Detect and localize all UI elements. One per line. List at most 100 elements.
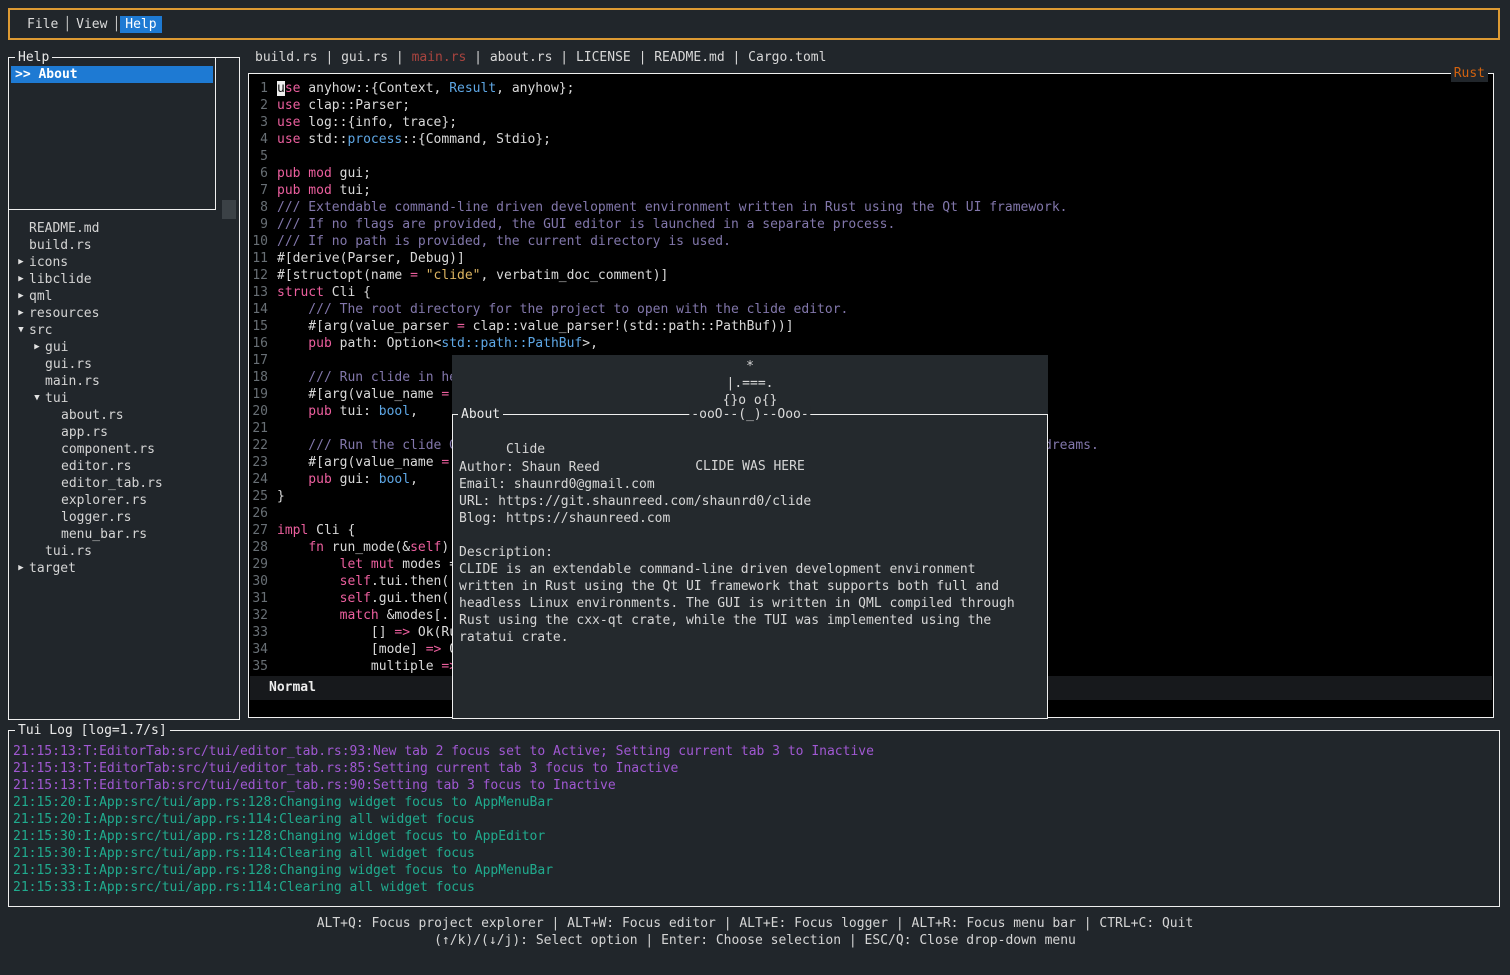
tree-item-build-rs[interactable]: build.rs — [9, 237, 237, 254]
line-number: 32 — [252, 607, 268, 624]
code-line: 9/// If no flags are provided, the GUI e… — [252, 216, 1099, 233]
line-number: 24 — [252, 471, 268, 488]
tree-item-label: build.rs — [29, 237, 92, 254]
about-dialog: * |.===. {}o o{} About -ooO--(_)--Ooo- C… — [452, 355, 1048, 719]
tree-item-label: tui.rs — [45, 543, 92, 560]
tree-item-readme-md[interactable]: README.md — [9, 220, 237, 237]
tab-separator: | — [631, 50, 654, 65]
line-number: 29 — [252, 556, 268, 573]
tab-license[interactable]: LICENSE — [576, 50, 631, 65]
editor-tab-bar: build.rs | gui.rs | main.rs | about.rs |… — [255, 49, 826, 66]
line-number: 34 — [252, 641, 268, 658]
tree-item-libclide[interactable]: ▶libclide — [9, 271, 237, 288]
dropdown-item-about[interactable]: >> About — [11, 66, 213, 83]
explorer-scrollbar-thumb[interactable] — [222, 200, 236, 219]
chevron-expanded-icon: ▼ — [29, 390, 45, 407]
menu-item-file[interactable]: File — [22, 16, 63, 33]
tree-item-label: explorer.rs — [61, 492, 147, 509]
tree-item-label: app.rs — [61, 424, 108, 441]
log-line: 21:15:13:T:EditorTab:src/tui/editor_tab.… — [13, 743, 874, 760]
log-line: 21:15:30:I:App:src/tui/app.rs:114:Cleari… — [13, 845, 874, 862]
line-number: 13 — [252, 284, 268, 301]
line-number: 23 — [252, 454, 268, 471]
line-number: 4 — [252, 131, 268, 148]
editor-mode-label: Normal — [269, 680, 316, 695]
chevron-collapsed-icon: ▶ — [13, 560, 29, 577]
tree-item-label: resources — [29, 305, 99, 322]
tree-item-gui[interactable]: ▶gui — [9, 339, 237, 356]
tree-item-icons[interactable]: ▶icons — [9, 254, 237, 271]
tree-item-resources[interactable]: ▶resources — [9, 305, 237, 322]
menu-item-help[interactable]: Help — [120, 16, 161, 33]
tree-item-component-rs[interactable]: component.rs — [9, 441, 237, 458]
tree-item-tui[interactable]: ▼tui — [9, 390, 237, 407]
no-icon — [45, 424, 61, 441]
chevron-collapsed-icon: ▶ — [29, 339, 45, 356]
tree-item-label: target — [29, 560, 76, 577]
line-number: 3 — [252, 114, 268, 131]
tree-item-app-rs[interactable]: app.rs — [9, 424, 237, 441]
line-number: 26 — [252, 505, 268, 522]
no-icon — [45, 526, 61, 543]
tree-item-label: gui.rs — [45, 356, 92, 373]
no-icon — [45, 475, 61, 492]
line-number: 11 — [252, 250, 268, 267]
tui-log-title: Tui Log [log=1.7/s] — [15, 722, 170, 739]
tree-item-label: logger.rs — [61, 509, 131, 526]
line-number: 12 — [252, 267, 268, 284]
tree-item-menu-bar-rs[interactable]: menu_bar.rs — [9, 526, 237, 543]
menu-separator: │ — [63, 17, 71, 32]
tab-main-rs[interactable]: main.rs — [412, 50, 467, 65]
file-tree: README.mdbuild.rs▶icons▶libclide▶qml▶res… — [9, 220, 237, 577]
menu-bar: File│View│Help — [8, 8, 1500, 40]
tree-item-label: menu_bar.rs — [61, 526, 147, 543]
tab-readme-md[interactable]: README.md — [654, 50, 724, 65]
no-icon — [29, 373, 45, 390]
tree-item-gui-rs[interactable]: gui.rs — [9, 356, 237, 373]
tree-item-main-rs[interactable]: main.rs — [9, 373, 237, 390]
tab-about-rs[interactable]: about.rs — [490, 50, 553, 65]
tree-item-logger-rs[interactable]: logger.rs — [9, 509, 237, 526]
log-line: 21:15:30:I:App:src/tui/app.rs:128:Changi… — [13, 828, 874, 845]
about-header-row: Clide CLIDE WAS HERE — [459, 424, 1041, 441]
chevron-collapsed-icon: ▶ — [13, 288, 29, 305]
tree-item-label: main.rs — [45, 373, 100, 390]
tree-item-label: component.rs — [61, 441, 155, 458]
line-number: 18 — [252, 369, 268, 386]
tree-item-label: src — [29, 322, 52, 339]
tree-item-about-rs[interactable]: about.rs — [9, 407, 237, 424]
no-icon — [45, 407, 61, 424]
ascii-art-border: -ooO--(_)--Ooo- — [689, 406, 810, 423]
line-number: 16 — [252, 335, 268, 352]
code-line: 6pub mod gui; — [252, 165, 1099, 182]
chevron-collapsed-icon: ▶ — [13, 271, 29, 288]
tab-cargo-toml[interactable]: Cargo.toml — [748, 50, 826, 65]
menu-item-view[interactable]: View — [71, 16, 112, 33]
tree-item-editor-tab-rs[interactable]: editor_tab.rs — [9, 475, 237, 492]
no-icon — [45, 509, 61, 526]
line-number: 9 — [252, 216, 268, 233]
line-number: 25 — [252, 488, 268, 505]
chevron-expanded-icon: ▼ — [13, 322, 29, 339]
tree-item-label: editor_tab.rs — [61, 475, 163, 492]
chevron-collapsed-icon: ▶ — [13, 254, 29, 271]
tree-item-editor-rs[interactable]: editor.rs — [9, 458, 237, 475]
tree-item-label: tui — [45, 390, 68, 407]
no-icon — [13, 220, 29, 237]
line-number: 31 — [252, 590, 268, 607]
line-number: 35 — [252, 658, 268, 675]
tab-separator: | — [318, 50, 341, 65]
ascii-art-owl: * |.===. {}o o{} — [452, 355, 1048, 409]
code-line: 14 /// The root directory for the projec… — [252, 301, 1099, 318]
tree-item-label: gui — [45, 339, 68, 356]
tree-item-src[interactable]: ▼src — [9, 322, 237, 339]
tree-item-tui-rs[interactable]: tui.rs — [9, 543, 237, 560]
tree-item-target[interactable]: ▶target — [9, 560, 237, 577]
tab-build-rs[interactable]: build.rs — [255, 50, 318, 65]
no-icon — [29, 543, 45, 560]
line-number: 14 — [252, 301, 268, 318]
tree-item-qml[interactable]: ▶qml — [9, 288, 237, 305]
code-line: 12#[structopt(name = "clide", verbatim_d… — [252, 267, 1099, 284]
tree-item-explorer-rs[interactable]: explorer.rs — [9, 492, 237, 509]
tab-gui-rs[interactable]: gui.rs — [341, 50, 388, 65]
